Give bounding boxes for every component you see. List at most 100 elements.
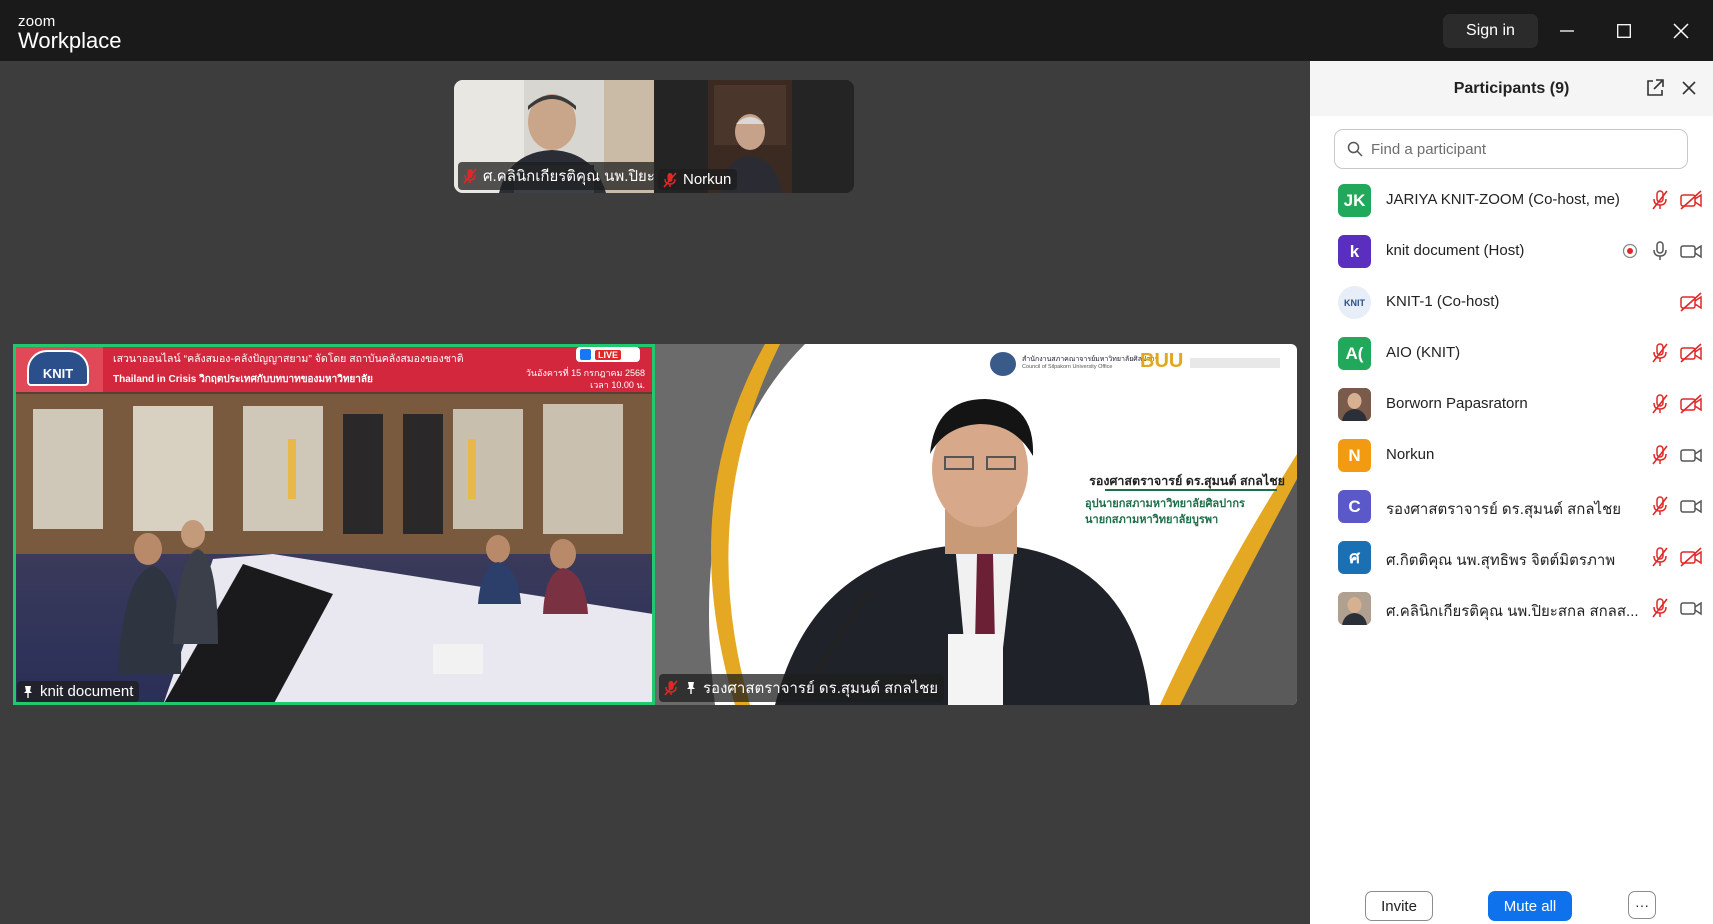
avatar: JK [1338, 184, 1371, 217]
participant-name: Norkun [683, 171, 732, 188]
popout-icon[interactable] [1644, 77, 1666, 99]
video-icon [1679, 240, 1703, 262]
close-panel-icon[interactable] [1678, 77, 1700, 99]
participant-status-icons [1649, 444, 1703, 466]
buu-logo: BUU [1140, 350, 1184, 372]
participant-row[interactable]: KNIT KNIT-1 (Co-host) [1310, 278, 1713, 329]
mic-icon [1649, 240, 1671, 262]
mic-muted-icon [663, 171, 677, 188]
participant-name: knit document (Host) [1386, 242, 1525, 259]
participant-name: JARIYA KNIT-ZOOM (Co-host, me) [1386, 191, 1620, 208]
mute-all-button[interactable]: Mute all [1488, 891, 1572, 921]
university-seal [990, 352, 1016, 376]
participant-row[interactable]: k knit document (Host) [1310, 227, 1713, 278]
participant-search[interactable] [1334, 129, 1688, 169]
avatar-initials: k [1349, 241, 1360, 261]
video-off-icon [1679, 546, 1703, 568]
participant-status-icons [1619, 240, 1703, 262]
participant-name: ศ.คลินิกเกียรติคุณ นพ.ปิยะสกล สกลส... [1386, 603, 1639, 620]
participant-status-icons [1679, 291, 1703, 313]
mic-muted-icon [463, 168, 477, 184]
participant-status-icons [1649, 597, 1703, 619]
participant-name: ศ.คลินิกเกียรติคุณ นพ.ปิยะ... [483, 168, 654, 185]
participant-row[interactable]: A(AIO (KNIT) [1310, 329, 1713, 380]
video-tile-knit-document[interactable]: KNIT เสวนาออนไลน์ “คลังสมอง-คลังปัญญาสยา… [13, 344, 655, 705]
banner-line-1: เสวนาออนไลน์ “คลังสมอง-คลังปัญญาสยาม” จั… [113, 353, 464, 365]
mic-muted-icon [1649, 444, 1671, 466]
avatar: A( [1338, 337, 1371, 370]
participant-status-icons [1649, 546, 1703, 568]
participant-row[interactable]: ศ ศ.กิตติคุณ นพ.สุทธิพร จิตต์มิตรภาพ [1310, 533, 1713, 584]
facebook-icon [580, 349, 591, 360]
participant-status-icons [1649, 495, 1703, 517]
more-options-button[interactable]: ··· [1628, 891, 1656, 919]
avatar-photo [1338, 388, 1371, 421]
thumbnail-tile[interactable]: ศ.คลินิกเกียรติคุณ นพ.ปิยะ... [454, 80, 654, 193]
participant-row[interactable]: Borworn Papasratorn [1310, 380, 1713, 431]
participant-name: รองศาสตราจารย์ ดร.สุมนต์ สกลไชย [703, 680, 939, 697]
search-input[interactable] [1371, 140, 1671, 158]
avatar: C [1338, 490, 1371, 523]
recording-icon [1619, 240, 1641, 262]
participant-name: Norkun [1386, 446, 1435, 463]
participants-panel: Participants (9) JK JARIYA KNIT-ZOOM (Co-… [1310, 61, 1713, 924]
participant-status-icons [1649, 189, 1703, 211]
conference-room-feed [13, 344, 655, 705]
participant-row[interactable]: C รองศาสตราจารย์ ดร.สุมนต์ สกลไชย [1310, 482, 1713, 533]
participant-row[interactable]: N Norkun [1310, 431, 1713, 482]
participant-name: ศ.กิตติคุณ นพ.สุทธิพร จิตต์มิตรภาพ [1386, 552, 1616, 569]
participant-name-chip: Norkun [658, 169, 738, 190]
video-icon [1679, 495, 1703, 517]
minimize-icon[interactable] [1550, 14, 1584, 48]
invite-button[interactable]: Invite [1365, 891, 1433, 921]
org-name-en: Council of Silpakorn University Office [1022, 364, 1113, 370]
avatar-initials: C [1348, 496, 1361, 516]
live-badge: LIVE [576, 347, 640, 362]
mic-muted-icon [1649, 393, 1671, 415]
video-off-icon [1679, 291, 1703, 313]
slide-header: สำนักงานสภาคณาจารย์มหาวิทยาลัยศิลปากร Co… [990, 350, 1290, 378]
panel-header: Participants (9) [1310, 61, 1713, 116]
video-off-icon [1679, 189, 1703, 211]
video-off-icon [1679, 393, 1703, 415]
participant-row[interactable]: ศ.คลินิกเกียรติคุณ นพ.ปิยะสกล สกลส... [1310, 584, 1713, 635]
participant-list: JK JARIYA KNIT-ZOOM (Co-host, me) k knit do… [1310, 176, 1713, 635]
live-label: LIVE [595, 349, 622, 360]
video-stage: ศ.คลินิกเกียรติคุณ นพ.ปิยะ... Norkun KNI… [0, 61, 1310, 924]
sign-in-button[interactable]: Sign in [1443, 14, 1538, 48]
mic-muted-icon [664, 680, 678, 696]
search-icon [1347, 141, 1363, 157]
participant-status-icons [1649, 342, 1703, 364]
avatar-initials: N [1348, 445, 1361, 465]
mic-muted-icon [1649, 597, 1671, 619]
maximize-icon[interactable] [1607, 14, 1641, 48]
avatar: ศ [1338, 541, 1371, 574]
thumbnail-tile[interactable]: Norkun [654, 80, 854, 193]
partner-logo [1190, 358, 1280, 368]
video-tile-speaker[interactable]: สำนักงานสภาคณาจารย์มหาวิทยาลัยศิลปากร Co… [655, 344, 1297, 705]
banner-line-2: Thailand in Crisis วิกฤตประเทศกับบทบาทขอ… [113, 374, 373, 385]
pin-icon [687, 682, 695, 694]
avatar-initials: JK [1343, 190, 1366, 210]
participant-status-icons [1649, 393, 1703, 415]
mic-muted-icon [1649, 495, 1671, 517]
participant-name: KNIT-1 (Co-host) [1386, 293, 1500, 310]
participant-name-chip: ศ.คลินิกเกียรติคุณ นพ.ปิยะ... [458, 162, 654, 190]
avatar [1338, 388, 1371, 421]
knit-logo: KNIT [27, 350, 89, 386]
participant-row[interactable]: JK JARIYA KNIT-ZOOM (Co-host, me) [1310, 176, 1713, 227]
slide-title-name: รองศาสตราจารย์ ดร.สุมนต์ สกลไชย [1089, 474, 1285, 488]
mic-muted-icon [1649, 189, 1671, 211]
mic-muted-icon [1649, 546, 1671, 568]
participant-name: knit document [40, 683, 134, 700]
event-banner: KNIT เสวนาออนไลน์ “คลังสมอง-คลังปัญญาสยา… [13, 344, 655, 392]
avatar [1338, 592, 1371, 625]
thumbnail-strip: ศ.คลินิกเกียรติคุณ นพ.ปิยะ... Norkun [454, 80, 854, 193]
banner-time: เวลา 10.00 น. [590, 380, 645, 390]
participant-name-chip: รองศาสตราจารย์ ดร.สุมนต์ สกลไชย [659, 674, 945, 702]
close-icon[interactable] [1664, 14, 1698, 48]
brand-small: zoom [18, 13, 56, 30]
brand-large: Workplace [18, 28, 122, 53]
avatar-initials: KNIT [1344, 297, 1365, 308]
slide-title-2: นายกสภามหาวิทยาลัยบูรพา [1085, 514, 1219, 526]
